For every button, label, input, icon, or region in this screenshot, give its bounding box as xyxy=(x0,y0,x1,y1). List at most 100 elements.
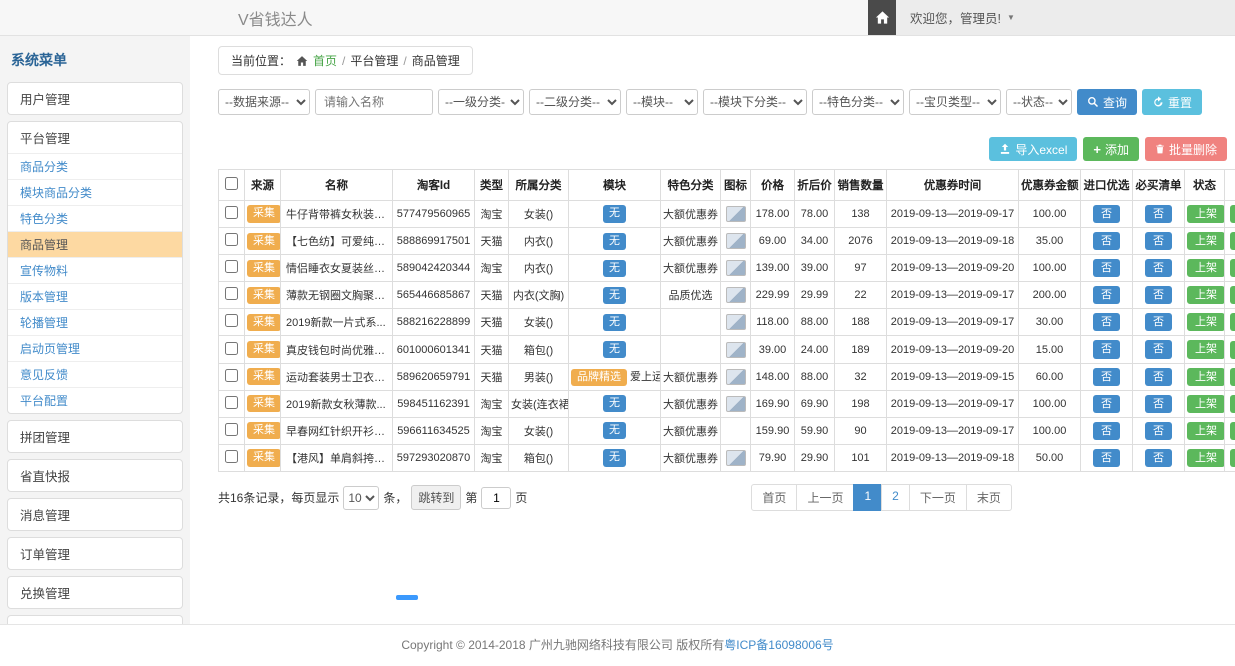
status-button[interactable]: 上架 xyxy=(1187,422,1225,440)
row-checkbox[interactable] xyxy=(225,423,238,436)
must-buy-toggle[interactable]: 否 xyxy=(1145,259,1172,277)
row-checkbox[interactable] xyxy=(225,233,238,246)
status-button[interactable]: 上架 xyxy=(1187,259,1225,277)
breadcrumb-item[interactable]: 平台管理 xyxy=(350,52,398,69)
page-number-button[interactable]: 1 xyxy=(853,484,882,511)
edit-button[interactable] xyxy=(1230,259,1235,277)
edit-button[interactable] xyxy=(1230,286,1235,304)
home-button[interactable] xyxy=(868,0,896,35)
table-row: 采集2019新款女秋薄款...598451162391淘宝女装(连衣裙)无大额优… xyxy=(219,390,1235,417)
row-checkbox[interactable] xyxy=(225,396,238,409)
row-checkbox[interactable] xyxy=(225,369,238,382)
select-all-checkbox[interactable] xyxy=(225,177,238,190)
edit-button[interactable] xyxy=(1230,205,1235,223)
must-buy-toggle[interactable]: 否 xyxy=(1145,286,1172,304)
pager-nav-button[interactable]: 末页 xyxy=(966,484,1012,511)
filter-select-feature-category[interactable]: --特色分类-- xyxy=(812,89,904,115)
row-checkbox[interactable] xyxy=(225,342,238,355)
status-button[interactable]: 上架 xyxy=(1187,232,1225,250)
row-checkbox[interactable] xyxy=(225,450,238,463)
reset-button[interactable]: 重置 xyxy=(1142,89,1202,115)
sidebar-item[interactable]: 平台管理 xyxy=(8,122,182,153)
import-select-toggle[interactable]: 否 xyxy=(1093,395,1120,413)
row-checkbox[interactable] xyxy=(225,206,238,219)
status-button[interactable]: 上架 xyxy=(1187,340,1225,358)
pager-nav-button[interactable]: 首页 xyxy=(751,484,797,511)
add-button[interactable]: +添加 xyxy=(1083,137,1139,161)
sidebar-item[interactable]: 用户管理 xyxy=(8,83,182,114)
row-checkbox[interactable] xyxy=(225,260,238,273)
jump-page-input[interactable] xyxy=(481,487,511,509)
import-select-toggle[interactable]: 否 xyxy=(1093,286,1120,304)
icp-link[interactable]: 粤ICP备16098006号 xyxy=(724,638,833,652)
status-button[interactable]: 上架 xyxy=(1187,368,1225,386)
must-buy-toggle[interactable]: 否 xyxy=(1145,395,1172,413)
status-button[interactable]: 上架 xyxy=(1187,286,1225,304)
search-name-input[interactable] xyxy=(315,89,433,115)
sidebar-subitem[interactable]: 宣传物料 xyxy=(8,257,182,283)
sidebar-item[interactable]: 拼团管理 xyxy=(8,421,182,452)
edit-button[interactable] xyxy=(1230,341,1235,359)
edit-button[interactable] xyxy=(1230,422,1235,440)
import-select-toggle[interactable]: 否 xyxy=(1093,449,1120,467)
status-button[interactable]: 上架 xyxy=(1187,313,1225,331)
filter-select-item-type[interactable]: --宝贝类型-- xyxy=(909,89,1001,115)
module-badge: 无 xyxy=(603,314,626,331)
import-select-toggle[interactable]: 否 xyxy=(1093,259,1120,277)
sidebar-subitem[interactable]: 版本管理 xyxy=(8,283,182,309)
user-menu[interactable]: 欢迎您，管理员! ▼ xyxy=(896,0,1235,35)
batch-delete-button[interactable]: 批量删除 xyxy=(1145,137,1227,161)
import-select-toggle[interactable]: 否 xyxy=(1093,205,1120,223)
edit-button[interactable] xyxy=(1230,232,1235,250)
import-select-toggle[interactable]: 否 xyxy=(1093,232,1120,250)
sidebar-subitem[interactable]: 平台配置 xyxy=(8,387,182,413)
sidebar-item[interactable]: 消息管理 xyxy=(8,499,182,530)
filter-select-level1-category[interactable]: --一级分类-- xyxy=(438,89,524,115)
filter-select-module-subcategory[interactable]: --模块下分类-- xyxy=(703,89,807,115)
filter-select-data-source[interactable]: --数据来源-- xyxy=(218,89,310,115)
filter-select-level2-category[interactable]: --二级分类-- xyxy=(529,89,621,115)
must-buy-toggle[interactable]: 否 xyxy=(1145,340,1172,358)
row-checkbox[interactable] xyxy=(225,314,238,327)
page-size-select[interactable]: 10 xyxy=(343,486,379,510)
edit-button[interactable] xyxy=(1230,368,1235,386)
search-button[interactable]: 查询 xyxy=(1077,89,1137,115)
sidebar-subitem[interactable]: 特色分类 xyxy=(8,205,182,231)
must-buy-toggle[interactable]: 否 xyxy=(1145,313,1172,331)
sidebar-subitem[interactable]: 启动页管理 xyxy=(8,335,182,361)
pager-nav-button[interactable]: 上一页 xyxy=(796,484,854,511)
import-excel-button[interactable]: 导入excel xyxy=(989,137,1077,161)
edit-button[interactable] xyxy=(1230,449,1235,467)
import-select-toggle[interactable]: 否 xyxy=(1093,313,1120,331)
import-select-toggle[interactable]: 否 xyxy=(1093,368,1120,386)
must-buy-toggle[interactable]: 否 xyxy=(1145,232,1172,250)
must-buy-toggle[interactable]: 否 xyxy=(1145,449,1172,467)
must-buy-toggle[interactable]: 否 xyxy=(1145,422,1172,440)
pager-nav-button[interactable]: 下一页 xyxy=(909,484,967,511)
sidebar-subitem[interactable]: 模块商品分类 xyxy=(8,179,182,205)
status-button[interactable]: 上架 xyxy=(1187,395,1225,413)
sidebar-item[interactable]: 省直快报 xyxy=(8,460,182,491)
filter-select-module[interactable]: --模块-- xyxy=(626,89,698,115)
must-buy-toggle[interactable]: 否 xyxy=(1145,368,1172,386)
status-button[interactable]: 上架 xyxy=(1187,205,1225,223)
sidebar-item-clipped[interactable] xyxy=(7,615,183,624)
jump-button[interactable]: 跳转到 xyxy=(411,485,461,510)
status-button[interactable]: 上架 xyxy=(1187,449,1225,467)
breadcrumb-home-link[interactable]: 首页 xyxy=(313,52,337,69)
page-number-button[interactable]: 2 xyxy=(881,484,910,511)
sidebar-subitem[interactable]: 商品管理 xyxy=(8,231,182,257)
sidebar-subitem[interactable]: 轮播管理 xyxy=(8,309,182,335)
sidebar-item[interactable]: 订单管理 xyxy=(8,538,182,569)
filter-select-status[interactable]: --状态-- xyxy=(1006,89,1072,115)
horizontal-scrollbar-thumb[interactable] xyxy=(396,595,418,600)
sidebar-item[interactable]: 兑换管理 xyxy=(8,577,182,608)
row-checkbox[interactable] xyxy=(225,287,238,300)
import-select-toggle[interactable]: 否 xyxy=(1093,340,1120,358)
sidebar-subitem[interactable]: 商品分类 xyxy=(8,153,182,179)
edit-button[interactable] xyxy=(1230,313,1235,331)
must-buy-toggle[interactable]: 否 xyxy=(1145,205,1172,223)
import-select-toggle[interactable]: 否 xyxy=(1093,422,1120,440)
edit-button[interactable] xyxy=(1230,395,1235,413)
sidebar-subitem[interactable]: 意见反馈 xyxy=(8,361,182,387)
